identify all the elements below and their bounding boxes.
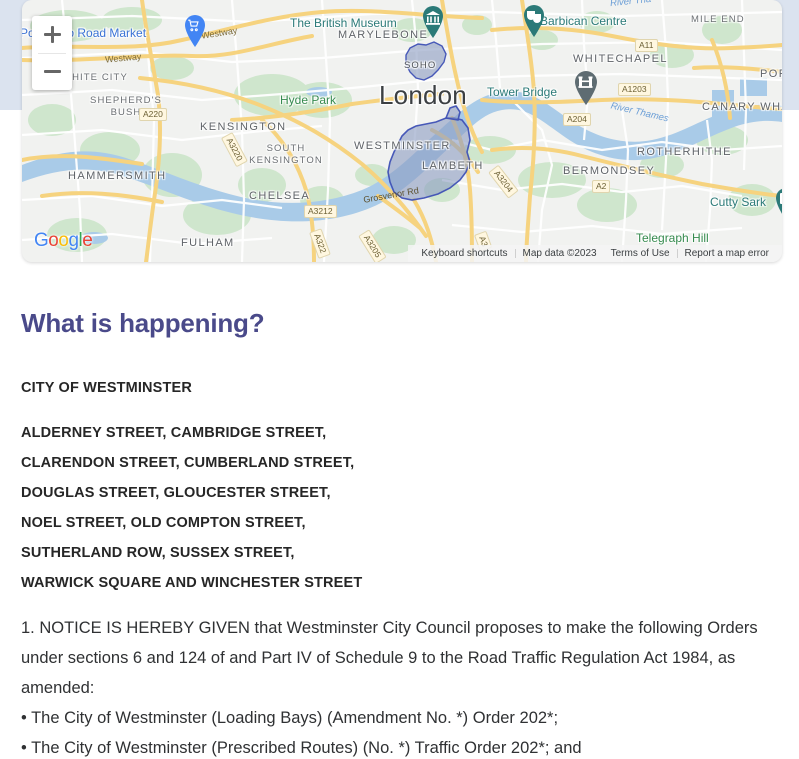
street-line: ALDERNEY STREET, CAMBRIDGE STREET,: [21, 425, 327, 441]
google-logo-letter-g2: g: [68, 230, 79, 251]
map-marker-cutty-sark[interactable]: [774, 187, 782, 226]
museum-pin-icon: [423, 6, 443, 38]
terms-of-use-link[interactable]: Terms of Use: [604, 248, 677, 259]
map-attribution-bar: Keyboard shortcuts Map data ©2023 Terms …: [408, 245, 782, 262]
street-line: NOEL STREET, OLD COMPTON STREET,: [21, 515, 306, 531]
google-logo-letter-e: e: [82, 230, 93, 251]
spacer-title: [21, 336, 778, 373]
street-line: CLARENDON STREET, CUMBERLAND STREET,: [21, 455, 355, 471]
shopping-cart-pin-icon: [185, 15, 205, 47]
map-marker-museum-british[interactable]: [421, 5, 445, 44]
street-line: SUTHERLAND ROW, SUSSEX STREET,: [21, 545, 295, 561]
map-canvas[interactable]: London Portobello Road Market The Britis…: [22, 0, 782, 262]
map-marker-shopping-portobello[interactable]: [183, 14, 207, 53]
street-line: WARWICK SQUARE AND WINCHESTER STREET: [21, 575, 363, 591]
map-road-shield-a2: A2: [592, 180, 611, 193]
notice-paragraph: 1. NOTICE IS HEREBY GIVEN that Westminst…: [21, 619, 758, 697]
attraction-pin-icon: [776, 188, 782, 214]
map-data-text: Map data ©2023: [522, 248, 597, 259]
map-tiles: [22, 0, 782, 262]
map-road-shield-a11: A11: [635, 39, 658, 52]
google-logo-letter-o1: o: [48, 230, 59, 251]
minus-icon: [43, 70, 61, 73]
map-road-shield-a3212: A3212: [304, 205, 337, 218]
spacer-authority: [21, 403, 778, 418]
order-item: • The City of Westminster (Prescribed Ro…: [21, 739, 582, 757]
google-logo[interactable]: Google: [34, 230, 93, 252]
page-title: What is happening?: [21, 308, 265, 338]
map-zoom-in-button[interactable]: [32, 16, 72, 53]
order-item: • The City of Westminster (Loading Bays)…: [21, 709, 559, 727]
google-map-embed[interactable]: London Portobello Road Market The Britis…: [22, 0, 782, 262]
page-root: London Portobello Road Market The Britis…: [0, 0, 799, 759]
street-line: DOUGLAS STREET, GLOUCESTER STREET,: [21, 485, 331, 501]
notice-content: What is happening? CITY OF WESTMINSTER A…: [0, 262, 799, 759]
map-marker-theater-barbican[interactable]: [522, 4, 546, 43]
landmark-pin-icon: [575, 71, 597, 105]
map-zoom-out-button[interactable]: [32, 53, 72, 90]
map-zoom-controls[interactable]: [32, 16, 72, 90]
spacer-streets: [21, 598, 778, 613]
google-logo-letter-g: G: [34, 230, 49, 251]
map-road-shield-a1203: A1203: [618, 83, 651, 96]
plus-icon-vertical: [50, 26, 54, 43]
authority-name: CITY OF WESTMINSTER: [21, 380, 192, 396]
theater-masks-pin-icon: [524, 5, 544, 37]
google-logo-letter-o2: o: [58, 230, 69, 251]
map-road-shield-a204: A204: [563, 113, 591, 126]
map-road-shield-a220: A220: [139, 108, 167, 121]
map-marker-tower-bridge[interactable]: [573, 70, 599, 111]
keyboard-shortcuts-link[interactable]: Keyboard shortcuts: [414, 248, 514, 259]
report-map-error-link[interactable]: Report a map error: [678, 248, 776, 259]
